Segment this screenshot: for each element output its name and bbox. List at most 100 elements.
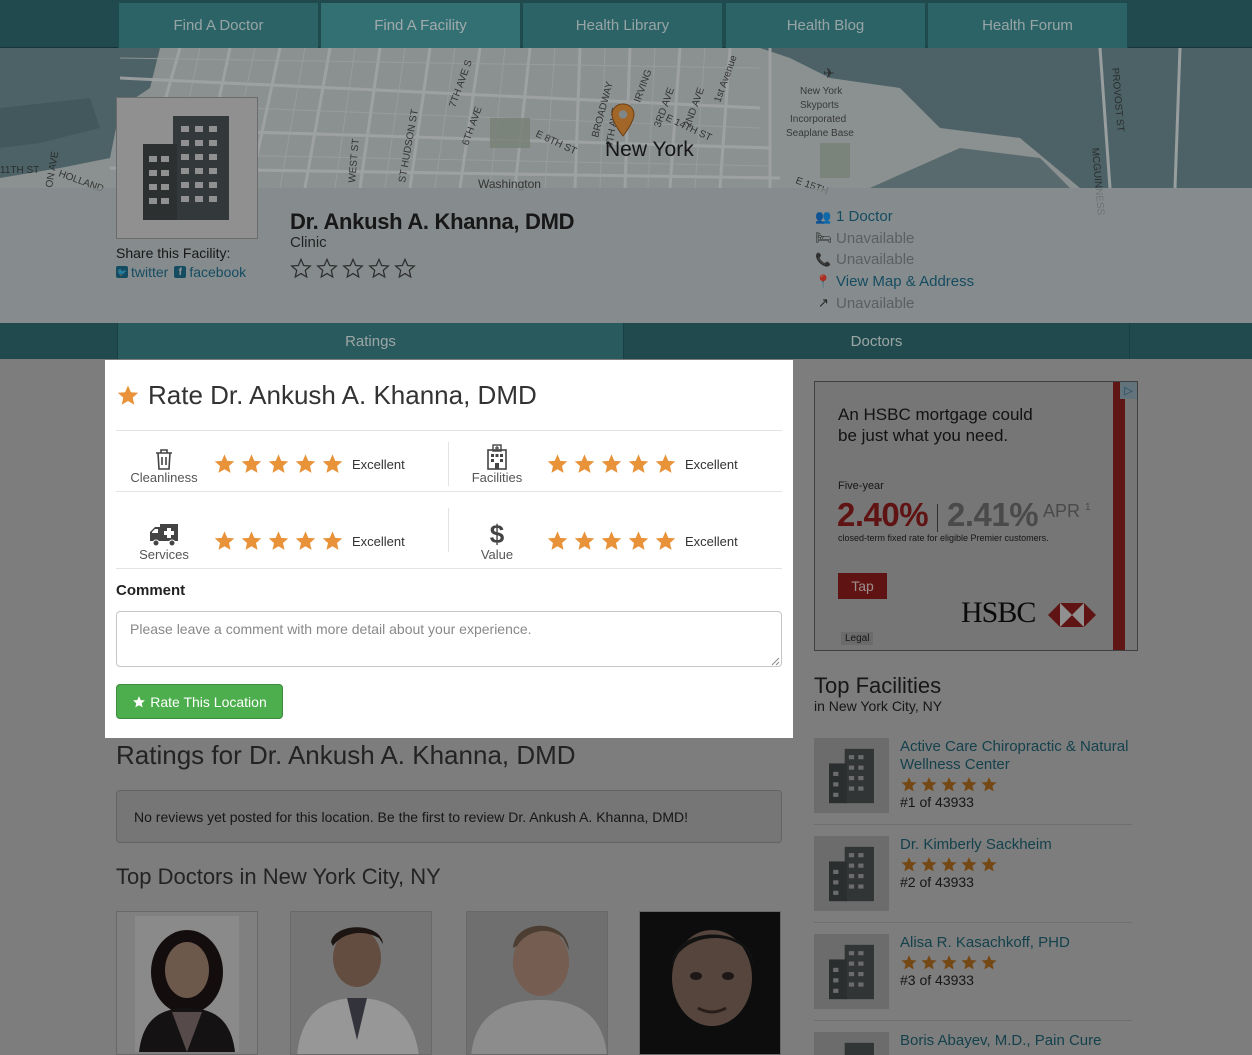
star-icon: [901, 955, 917, 970]
ad-red-bar: [1113, 382, 1125, 650]
hsbc-logo: HSBC: [961, 596, 1096, 630]
rating-value-label: Excellent: [685, 533, 738, 549]
star-icon[interactable]: [654, 453, 677, 475]
rate-panel-title-text: Rate Dr. Ankush A. Khanna, DMD: [148, 380, 537, 410]
top-facility-name[interactable]: Active Care Chiropractic & Natural Welln…: [900, 738, 1132, 774]
tab-doctors[interactable]: Doctors: [623, 323, 1130, 359]
top-facility-name[interactable]: Boris Abayev, M.D., Pain Cure: [900, 1032, 1132, 1050]
bed-icon: 🛏: [815, 230, 832, 246]
divider: [116, 568, 782, 569]
facebook-icon: f: [174, 266, 187, 278]
rating-value-label: Excellent: [352, 456, 405, 472]
ad-fine-print: closed-term fixed rate for eligible Prem…: [838, 533, 1049, 543]
ad-tap-button[interactable]: Tap: [838, 573, 887, 599]
rating-category: $ Value: [454, 521, 540, 562]
star-icon: [901, 777, 917, 792]
star-icon[interactable]: [321, 453, 344, 475]
doctor-card[interactable]: [116, 911, 258, 1055]
doctor-card[interactable]: [466, 911, 608, 1055]
trash-icon: [154, 444, 174, 470]
star-icon[interactable]: [240, 530, 263, 552]
hsbc-advertisement[interactable]: ▷ An HSBC mortgage could be just what yo…: [814, 381, 1138, 651]
top-navigation: Find A Doctor Find A Facility Health Lib…: [0, 0, 1252, 48]
star-icon[interactable]: [573, 530, 596, 552]
airplane-icon: ✈: [823, 65, 835, 81]
rating-category: Facilities: [454, 443, 540, 485]
star-icon: [961, 955, 977, 970]
share-twitter-link[interactable]: 🐦 twitter: [116, 264, 168, 280]
rating-category: Services: [121, 521, 207, 562]
building-icon: [828, 846, 874, 901]
tab-ratings[interactable]: Ratings: [117, 323, 624, 359]
map-city-label: New York: [605, 138, 694, 161]
svg-text:Seaplane Base: Seaplane Base: [786, 128, 854, 139]
star-icon[interactable]: [294, 530, 317, 552]
nav-tab-health-blog[interactable]: Health Blog: [725, 3, 926, 48]
nav-tab-health-forum[interactable]: Health Forum: [927, 3, 1128, 48]
nav-tab-find-a-doctor[interactable]: Find A Doctor: [118, 3, 319, 48]
star-icon: [941, 777, 957, 792]
doctor-card[interactable]: [639, 911, 781, 1055]
users-icon: 👥: [815, 208, 832, 224]
info-map-text[interactable]: View Map & Address: [836, 273, 974, 290]
star-rating-input[interactable]: [546, 453, 677, 475]
no-reviews-message: No reviews yet posted for this location.…: [116, 790, 782, 843]
ratings-section-title: Ratings for Dr. Ankush A. Khanna, DMD: [116, 740, 576, 770]
star-rating-input[interactable]: [213, 530, 344, 552]
comment-textarea[interactable]: [116, 611, 782, 667]
star-icon[interactable]: [294, 453, 317, 475]
rating-category-label: Value: [480, 546, 514, 562]
top-facility-name[interactable]: Dr. Kimberly Sackheim: [900, 836, 1132, 854]
star-icon[interactable]: [546, 453, 569, 475]
star-rating-input[interactable]: [213, 453, 344, 475]
star-icon[interactable]: [627, 530, 650, 552]
resize-grip-icon[interactable]: [770, 656, 780, 666]
star-icon[interactable]: [240, 453, 263, 475]
facility-image: [116, 97, 258, 239]
ad-rate-separator: [937, 504, 938, 532]
info-map[interactable]: 📍 View Map & Address: [815, 271, 974, 293]
top-facility-name[interactable]: Alisa R. Kasachkoff, PHD: [900, 934, 1132, 952]
phone-icon: 📞: [815, 251, 832, 267]
no-reviews-text: No reviews yet posted for this location.…: [134, 808, 689, 825]
comment-label: Comment: [116, 582, 186, 599]
star-icon[interactable]: [654, 530, 677, 552]
doctor-card[interactable]: [290, 911, 432, 1055]
doctor-photo: [117, 912, 257, 1054]
rating-value-label: Excellent: [352, 533, 405, 549]
star-icon[interactable]: [213, 530, 236, 552]
star-icon[interactable]: [321, 530, 344, 552]
star-icon: [981, 777, 997, 792]
rating-category: Cleanliness: [121, 444, 207, 485]
ad-apr-label: APR 1: [1043, 501, 1091, 521]
star-icon[interactable]: [267, 530, 290, 552]
star-icon[interactable]: [267, 453, 290, 475]
rate-location-button[interactable]: Rate This Location: [116, 684, 283, 719]
empty-star-icon: [394, 258, 416, 279]
info-doctors-text[interactable]: 1 Doctor: [836, 208, 893, 225]
rating-value-label: Excellent: [685, 456, 738, 472]
dollar-icon: $: [489, 518, 505, 549]
star-rating-input[interactable]: [546, 530, 677, 552]
facility-tabs: Ratings Doctors: [0, 323, 1252, 359]
empty-star-icon: [342, 258, 364, 279]
star-icon[interactable]: [600, 453, 623, 475]
share-facebook-label: facebook: [189, 264, 247, 280]
share-facebook-link[interactable]: f facebook: [174, 264, 246, 280]
star-icon[interactable]: [627, 453, 650, 475]
adchoices-icon[interactable]: ▷: [1120, 382, 1137, 399]
ad-legal-link[interactable]: Legal: [841, 632, 874, 645]
top-doctors-title: Top Doctors in New York City, NY: [116, 864, 441, 889]
star-icon: [941, 955, 957, 970]
divider: [814, 824, 1132, 825]
facility-type: Clinic: [290, 234, 327, 251]
star-icon[interactable]: [573, 453, 596, 475]
rate-panel-title: Rate Dr. Ankush A. Khanna, DMD: [116, 380, 537, 411]
star-icon[interactable]: [213, 453, 236, 475]
map-pin-icon: 📍: [815, 273, 832, 289]
info-doctors[interactable]: 👥 1 Doctor: [815, 206, 974, 228]
nav-tab-find-a-facility[interactable]: Find A Facility: [320, 3, 521, 48]
star-icon[interactable]: [546, 530, 569, 552]
star-icon[interactable]: [600, 530, 623, 552]
nav-tab-health-library[interactable]: Health Library: [522, 3, 723, 48]
